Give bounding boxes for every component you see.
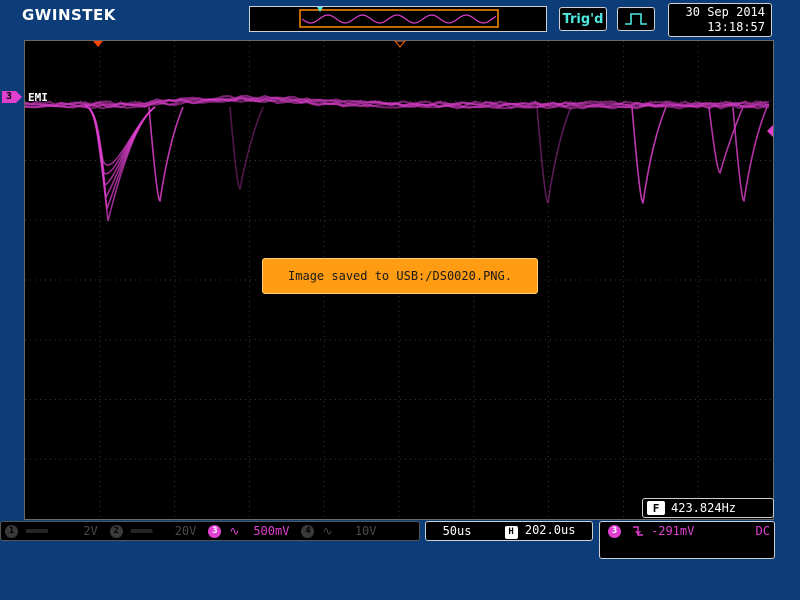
save-message-dialog: Image saved to USB:/DS0020.PNG. xyxy=(262,258,538,294)
ch3-label: EMI xyxy=(28,91,48,104)
frequency-value: 423.824Hz xyxy=(671,501,736,515)
ch3-status[interactable]: 3 ∿ 500mV xyxy=(204,524,289,538)
memory-overview-waveform xyxy=(250,7,546,31)
ch2-scale: 20V xyxy=(156,524,196,538)
ch2-coupling-icon: ═══ xyxy=(131,524,153,538)
acquire-mode-button[interactable] xyxy=(617,7,655,31)
falling-edge-icon xyxy=(631,524,645,538)
channel-status-bar: 1 ═══ 2V 2 ═══ 20V 3 ∿ 500mV 4 ∿ 10V xyxy=(0,521,420,541)
brand-logo: GWINSTEK xyxy=(22,6,116,24)
date-text: 30 Sep 2014 xyxy=(669,5,765,20)
ch1-coupling-icon: ═══ xyxy=(26,524,48,538)
ch4-status[interactable]: 4 ∿ 10V xyxy=(297,524,376,538)
ch4-coupling-icon: ∿ xyxy=(322,524,332,538)
ch2-number: 2 xyxy=(110,525,123,538)
horizontal-position: H 202.0us xyxy=(505,523,576,539)
trigger-level: -291mV xyxy=(651,524,694,538)
ch4-scale: 10V xyxy=(337,524,377,538)
memory-overview-bar xyxy=(249,6,547,32)
ch2-status[interactable]: 2 ═══ 20V xyxy=(106,524,197,538)
ch4-number: 4 xyxy=(301,525,314,538)
timebase-status[interactable]: 50us H 202.0us xyxy=(425,521,593,541)
trigger-coupling: DC xyxy=(756,524,770,538)
ch3-scale: 500mV xyxy=(243,524,289,538)
ch3-ground-marker[interactable]: 3 xyxy=(2,91,22,103)
timebase-scale: 50us xyxy=(443,524,472,538)
trigger-level-marker xyxy=(767,125,773,137)
date-time-display: 30 Sep 2014 13:18:57 xyxy=(668,3,772,37)
ch1-scale: 2V xyxy=(52,524,98,538)
ch3-waveform xyxy=(25,96,769,221)
ch1-number: 1 xyxy=(5,525,18,538)
pulse-icon xyxy=(618,8,654,30)
trigger-info-panel[interactable]: 3 -291mV DC xyxy=(599,521,775,559)
trigger-source: 3 xyxy=(608,525,621,538)
ch3-coupling-icon: ∿ xyxy=(229,524,239,538)
frequency-icon: F xyxy=(647,501,665,515)
horizontal-position-value: 202.0us xyxy=(525,523,576,537)
center-marker xyxy=(395,41,405,47)
frequency-counter: F 423.824Hz xyxy=(642,498,774,518)
trigger-position-marker xyxy=(93,41,103,47)
time-text: 13:18:57 xyxy=(669,20,765,35)
ch3-number: 3 xyxy=(208,525,221,538)
horizontal-position-icon: H xyxy=(505,526,518,539)
ch1-status[interactable]: 1 ═══ 2V xyxy=(1,524,98,538)
trigger-status: Trig'd xyxy=(559,7,607,31)
